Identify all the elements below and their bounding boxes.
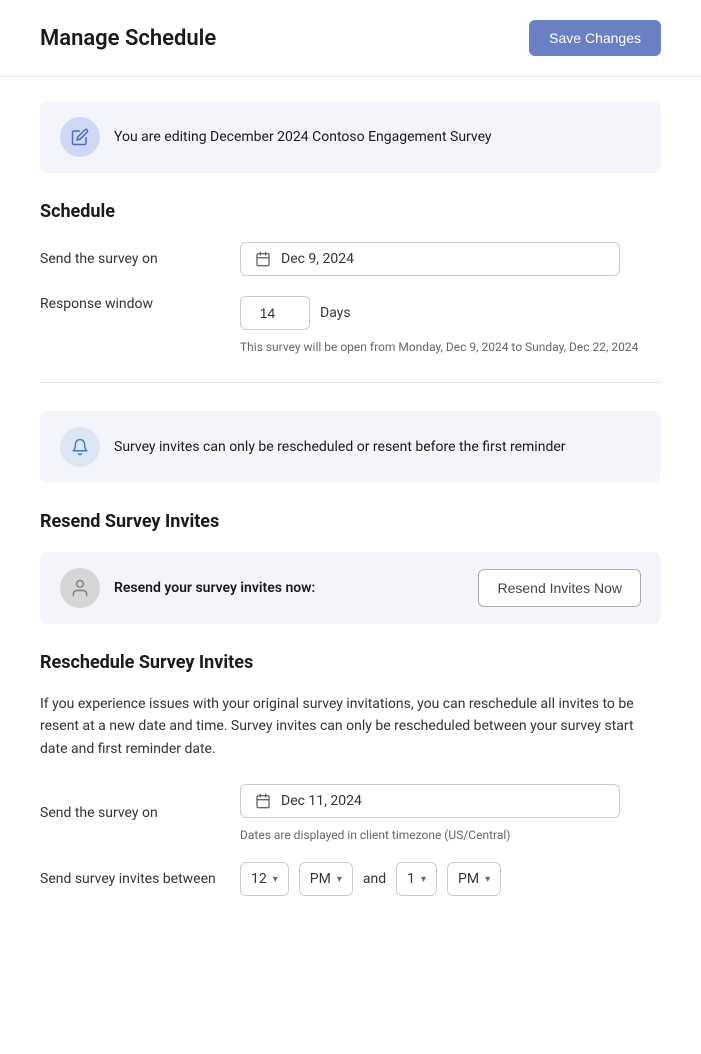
pencil-icon xyxy=(71,128,89,146)
page-header: Manage Schedule Save Changes xyxy=(0,0,701,77)
resend-left: Resend your survey invites now: xyxy=(60,568,315,608)
reminder-banner-text: Survey invites can only be rescheduled o… xyxy=(114,439,566,455)
chevron-down-icon-1: ▾ xyxy=(273,874,278,885)
main-content: You are editing December 2024 Contoso En… xyxy=(0,77,701,940)
resend-box: Resend your survey invites now: Resend I… xyxy=(40,552,661,624)
response-window-unit: Days xyxy=(320,305,351,321)
pencil-icon-circle xyxy=(60,117,100,157)
response-window-inputs: Days This survey will be open from Monda… xyxy=(240,296,638,354)
bell-icon xyxy=(71,438,89,456)
save-button[interactable]: Save Changes xyxy=(529,20,661,56)
hour-end-select[interactable]: 1 ▾ xyxy=(396,862,437,896)
response-window-row: Response window Days This survey will be… xyxy=(40,296,661,354)
ampm-start-select[interactable]: PM ▾ xyxy=(299,862,353,896)
ampm-end-select[interactable]: PM ▾ xyxy=(447,862,501,896)
divider-1 xyxy=(40,382,661,383)
timezone-helper: Dates are displayed in client timezone (… xyxy=(240,828,620,842)
send-on-row: Send the survey on Dec 9, 2024 xyxy=(40,242,661,276)
reschedule-send-on-date-input[interactable]: Dec 11, 2024 xyxy=(240,784,620,818)
reschedule-send-on-label: Send the survey on xyxy=(40,805,220,821)
send-on-label: Send the survey on xyxy=(40,251,220,267)
resend-invites-button[interactable]: Resend Invites Now xyxy=(478,569,641,607)
response-window-helper: This survey will be open from Monday, De… xyxy=(240,340,638,354)
send-on-date-input[interactable]: Dec 9, 2024 xyxy=(240,242,620,276)
chevron-down-icon-3: ▾ xyxy=(421,874,426,885)
calendar-icon-2 xyxy=(255,793,271,809)
send-between-row: Send survey invites between 12 ▾ PM ▾ an… xyxy=(40,862,661,896)
ampm-end-value: PM xyxy=(458,871,479,887)
response-window-inline: Days xyxy=(240,296,638,330)
editing-banner: You are editing December 2024 Contoso En… xyxy=(40,101,661,173)
response-window-input[interactable] xyxy=(240,296,310,330)
and-text: and xyxy=(363,871,386,887)
reschedule-send-on-row: Send the survey on Dec 11, 2024 Dates ar… xyxy=(40,784,661,842)
person-icon-circle xyxy=(60,568,100,608)
reminder-banner: Survey invites can only be rescheduled o… xyxy=(40,411,661,483)
person-icon xyxy=(70,578,90,598)
response-window-label: Response window xyxy=(40,296,220,312)
hour-end-value: 1 xyxy=(407,871,415,887)
send-between-controls: 12 ▾ PM ▾ and 1 ▾ PM ▾ xyxy=(240,862,501,896)
reschedule-send-on-date-value: Dec 11, 2024 xyxy=(281,793,362,809)
send-on-date-value: Dec 9, 2024 xyxy=(281,251,354,267)
resend-label: Resend your survey invites now: xyxy=(114,580,315,596)
editing-banner-text: You are editing December 2024 Contoso En… xyxy=(114,129,492,145)
hour-start-select[interactable]: 12 ▾ xyxy=(240,862,289,896)
reschedule-description: If you experience issues with your origi… xyxy=(40,693,661,760)
schedule-section-title: Schedule xyxy=(40,201,661,222)
ampm-start-value: PM xyxy=(310,871,331,887)
bell-icon-circle xyxy=(60,427,100,467)
reschedule-section-title: Reschedule Survey Invites xyxy=(40,652,661,673)
resend-section-title: Resend Survey Invites xyxy=(40,511,661,532)
calendar-icon xyxy=(255,251,271,267)
hour-start-value: 12 xyxy=(251,871,267,887)
send-between-label: Send survey invites between xyxy=(40,871,220,887)
chevron-down-icon-4: ▾ xyxy=(485,874,490,885)
chevron-down-icon-2: ▾ xyxy=(337,874,342,885)
page-title: Manage Schedule xyxy=(40,26,216,51)
